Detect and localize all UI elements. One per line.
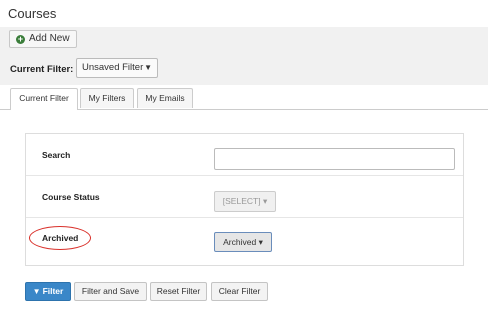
course-status-select[interactable]: [SELECT] ▾ — [214, 191, 276, 212]
caret-down-icon: ▾ — [258, 237, 263, 247]
archived-label: Archived — [42, 233, 79, 243]
current-filter-value: Unsaved Filter — [82, 62, 144, 73]
add-new-button[interactable]: + Add New — [9, 30, 77, 48]
course-status-label: Course Status — [42, 192, 100, 202]
archived-select[interactable]: Archived ▾ — [214, 232, 272, 252]
page-title: Courses — [8, 6, 57, 21]
funnel-icon: ▼ — [32, 287, 41, 296]
caret-down-icon: ▼ — [144, 63, 152, 72]
course-status-value: [SELECT] — [222, 196, 261, 206]
current-filter-label: Current Filter: — [10, 64, 74, 75]
filter-button-label: Filter — [42, 286, 64, 296]
search-label: Search — [42, 150, 71, 160]
plus-circle-icon: + — [16, 33, 25, 44]
reset-filter-button[interactable]: Reset Filter — [150, 282, 207, 301]
tab-my-emails[interactable]: My Emails — [137, 88, 193, 108]
add-new-label: Add New — [29, 33, 70, 44]
row-divider — [26, 175, 463, 176]
archived-value: Archived — [223, 237, 257, 247]
filter-panel: Search Course Status [SELECT] ▾ Archived… — [25, 133, 464, 266]
tab-my-filters[interactable]: My Filters — [80, 88, 134, 108]
filter-button[interactable]: ▼ Filter — [25, 282, 71, 301]
tab-current-filter[interactable]: Current Filter — [10, 88, 78, 110]
current-filter-select[interactable]: Unsaved Filter ▼ — [76, 58, 158, 78]
tab-bar: Current Filter My Filters My Emails — [0, 88, 488, 110]
clear-filter-button[interactable]: Clear Filter — [211, 282, 268, 301]
caret-down-icon: ▾ — [262, 196, 268, 206]
row-divider — [26, 217, 463, 218]
search-input[interactable] — [214, 148, 455, 170]
filter-and-save-button[interactable]: Filter and Save — [74, 282, 147, 301]
